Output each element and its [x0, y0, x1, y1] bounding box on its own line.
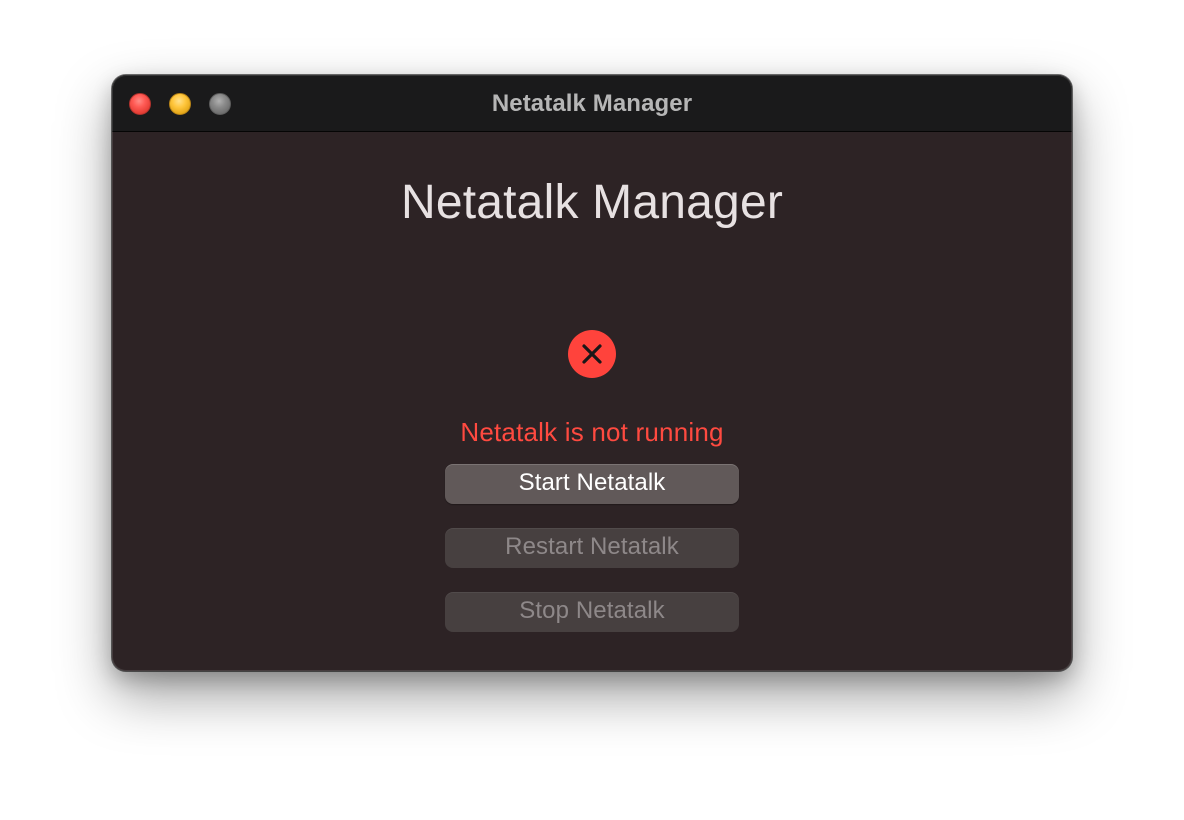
page-title: Netatalk Manager — [400, 176, 784, 229]
stop-netatalk-button: Stop Netatalk — [445, 592, 739, 632]
window-title: Netatalk Manager — [491, 90, 693, 117]
restart-netatalk-button: Restart Netatalk — [445, 528, 739, 568]
window-titlebar: Netatalk Manager — [112, 75, 1072, 132]
status-message: Netatalk is not running — [460, 417, 724, 447]
main-content: Netatalk Manager Netatalk is not running… — [112, 132, 1072, 671]
close-circle-icon — [568, 330, 616, 378]
netatalk-manager-window: Netatalk Manager Netatalk Manager Netata… — [112, 75, 1072, 671]
start-netatalk-button[interactable]: Start Netatalk — [445, 464, 739, 504]
